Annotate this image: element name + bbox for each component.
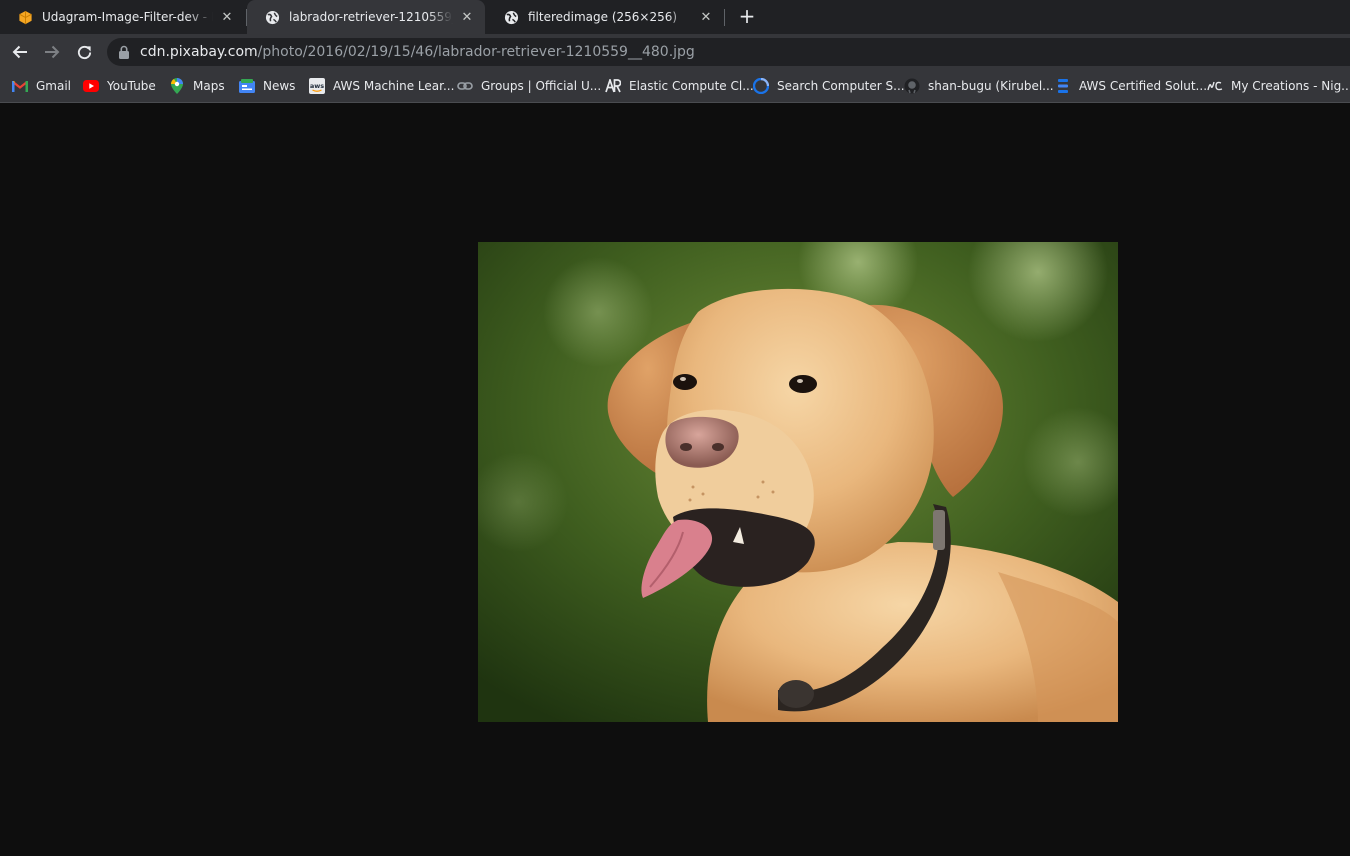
news-icon [239,78,255,94]
bookmark-label: Elastic Compute Cl... [629,79,754,93]
bookmark-label: Maps [193,79,225,93]
tab-labrador[interactable]: labrador-retriever-1210559__480.jpg ✕ [247,0,485,34]
bookmark-label: Gmail [36,79,72,93]
url-path: /photo/2016/02/19/15/46/labrador-retriev… [257,44,695,60]
tab-title: Udagram-Image-Filter-dev - Dashboard [42,10,213,24]
bookmark-my-creations[interactable]: My Creations - Nig... [1207,76,1350,96]
bookmark-news[interactable]: News [239,76,295,96]
bookmark-maps[interactable]: Maps [169,76,225,96]
bookmark-groups[interactable]: Groups | Official U... [457,76,601,96]
aws-icon: aws [309,78,325,94]
aws-cert-icon [1055,78,1071,94]
address-bar[interactable]: cdn.pixabay.com/photo/2016/02/19/15/46/l… [107,38,1350,66]
globe-icon [264,9,280,25]
tab-divider [724,9,725,26]
aws-elastic-beanstalk-icon [17,9,33,25]
labrador-retriever-photo[interactable] [478,242,1118,722]
close-icon[interactable]: ✕ [219,10,235,25]
bookmark-label: News [263,79,296,93]
image-viewer [0,103,1350,856]
url-text[interactable]: cdn.pixabay.com/photo/2016/02/19/15/46/l… [140,44,695,60]
github-icon [904,78,920,94]
tab-title: filteredimage (256×256) [528,10,678,24]
youtube-icon [83,78,99,94]
bookmark-github[interactable]: shan-bugu (Kirubel... [904,76,1054,96]
bookmark-label: Search Computer S... [777,79,905,93]
bookmark-elastic-compute[interactable]: Elastic Compute Cl... [605,76,754,96]
reload-icon [77,45,91,59]
new-tab-button[interactable]: + [735,5,759,29]
bookmark-aws-certified[interactable]: AWS Certified Solut... [1055,76,1207,96]
bookmark-youtube[interactable]: YouTube [83,76,156,96]
tab-filteredimage[interactable]: filteredimage (256×256) ✕ [486,0,724,34]
bookmark-search-computer[interactable]: Search Computer S... [753,76,905,96]
close-icon[interactable]: ✕ [459,10,475,25]
bookmark-label: YouTube [107,79,156,93]
bookmark-label: Groups | Official U... [481,79,602,93]
url-host: cdn.pixabay.com [140,44,258,60]
bookmark-label: AWS Certified Solut... [1079,79,1208,93]
back-arrow-icon [12,45,27,59]
tab-udagram[interactable]: Udagram-Image-Filter-dev - Dashboard ✕ [0,0,245,34]
reload-button[interactable] [72,40,96,64]
bookmark-gmail[interactable]: Gmail [12,76,71,96]
tab-strip: Udagram-Image-Filter-dev - Dashboard ✕ l… [0,0,1350,34]
globe-icon [503,9,519,25]
search-site-icon [753,78,769,94]
forward-arrow-icon [45,45,60,59]
bookmark-label: shan-bugu (Kirubel... [928,79,1054,93]
bookmark-aws-ml[interactable]: aws AWS Machine Lear... [309,76,454,96]
svg-text:aws: aws [310,82,324,90]
forward-button[interactable] [40,40,64,64]
bookmark-label: AWS Machine Lear... [333,79,455,93]
link-icon [457,78,473,94]
ar-icon [605,78,621,94]
close-icon[interactable]: ✕ [698,10,714,25]
maps-pin-icon [169,78,185,94]
gmail-icon [12,78,28,94]
navigation-toolbar: cdn.pixabay.com/photo/2016/02/19/15/46/l… [0,34,1350,70]
lock-icon[interactable] [118,45,130,59]
back-button[interactable] [8,40,32,64]
tab-title: labrador-retriever-1210559__480.jpg [289,10,453,24]
bookmarks-bar: Gmail YouTube Maps News aws AWS Machine … [0,70,1350,103]
nc-icon [1207,78,1223,94]
bookmark-label: My Creations - Nig... [1231,79,1350,93]
